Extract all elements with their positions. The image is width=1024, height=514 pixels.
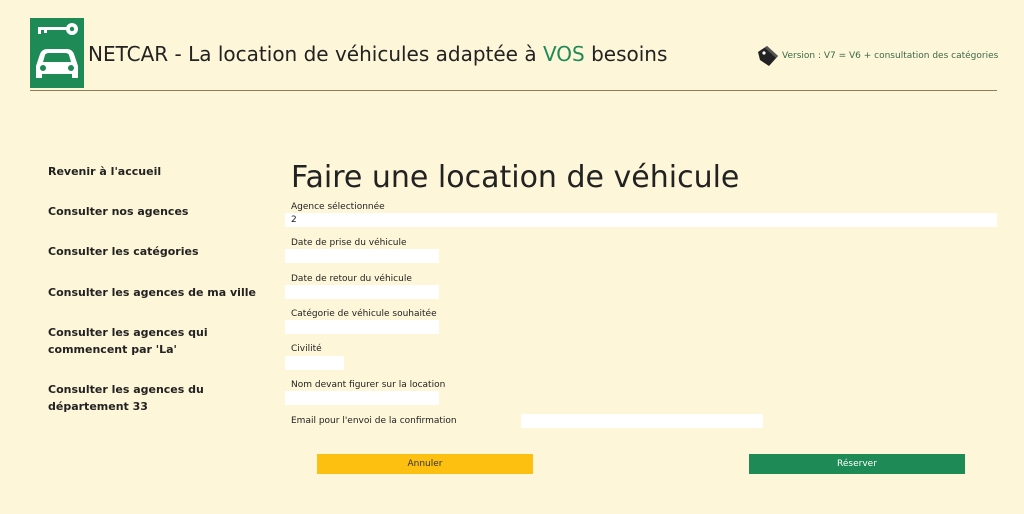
agence-input[interactable]: [285, 213, 997, 227]
email-label: Email pour l'envoi de la confirmation: [291, 416, 457, 426]
date-prise-input[interactable]: [285, 249, 439, 263]
date-prise-label: Date de prise du véhicule: [291, 238, 407, 248]
app-title-suffix: besoins: [584, 42, 668, 66]
sidebar-item-categories[interactable]: Consulter les catégories: [48, 243, 278, 260]
sidebar-item-agences[interactable]: Consulter nos agences: [48, 203, 278, 220]
tag-icon: [758, 46, 778, 66]
categorie-label: Catégorie de véhicule souhaitée: [291, 309, 437, 319]
date-retour-input[interactable]: [285, 285, 439, 299]
email-input[interactable]: [521, 414, 763, 428]
date-retour-label: Date de retour du véhicule: [291, 274, 412, 284]
app-title-prefix: NETCAR - La location de véhicules adapté…: [88, 42, 543, 66]
sidebar-item-agences-ville[interactable]: Consulter les agences de ma ville: [48, 284, 278, 301]
reserve-button[interactable]: Réserver: [749, 454, 965, 474]
page-title: Faire une location de véhicule: [291, 160, 740, 195]
civilite-input[interactable]: [285, 356, 344, 370]
sidebar-item-accueil[interactable]: Revenir à l'accueil: [48, 163, 278, 180]
car-key-icon: [36, 23, 78, 78]
version-info: Version : V7 = V6 + consultation des cat…: [756, 44, 998, 68]
app-title-accent: VOS: [542, 42, 585, 66]
header-divider: [30, 90, 997, 91]
logo: [30, 18, 84, 88]
nom-input[interactable]: [285, 391, 439, 405]
sidebar-item-agences-33[interactable]: Consulter les agences du département 33: [48, 381, 278, 415]
sidebar-item-agences-la[interactable]: Consulter les agences qui commencent par…: [48, 324, 278, 358]
agence-label: Agence sélectionnée: [291, 202, 385, 212]
cancel-button[interactable]: Annuler: [317, 454, 533, 474]
nom-label: Nom devant figurer sur la location: [291, 380, 446, 390]
civilite-label: Civilité: [291, 344, 322, 354]
version-text: Version : V7 = V6 + consultation des cat…: [782, 51, 999, 61]
app-title: NETCAR - La location de véhicules adapté…: [88, 42, 667, 66]
categorie-input[interactable]: [285, 320, 439, 334]
